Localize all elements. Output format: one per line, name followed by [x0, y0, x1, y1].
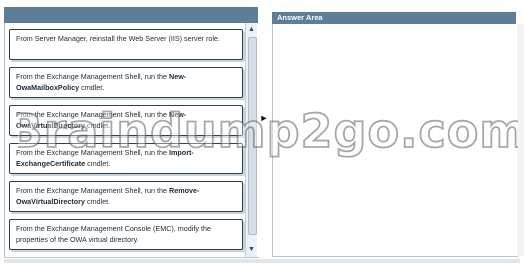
answer-choice[interactable]: From the Exchange Management Console (EM…	[9, 219, 243, 250]
drag-drop-question: From Server Manager, reinstall the Web S…	[0, 0, 524, 267]
choice-text: cmdlet.	[85, 159, 111, 168]
answer-area-title: Answer Area	[272, 12, 516, 24]
answer-area-dropzone[interactable]	[272, 24, 518, 257]
answer-choice[interactable]: From the Exchange Management Shell, run …	[9, 67, 243, 98]
choices-header	[4, 7, 258, 24]
scroll-up-icon[interactable]: ▲	[246, 25, 257, 35]
choice-text: From the Exchange Management Shell, run …	[16, 110, 170, 119]
choices-scrollbar[interactable]: ▲ ▼	[245, 23, 257, 257]
choice-text: cmdlet.	[79, 83, 105, 92]
scroll-thumb[interactable]	[248, 37, 257, 235]
choice-text: From Server Manager, reinstall the Web S…	[16, 34, 220, 43]
choice-text: From the Exchange Management Shell, run …	[16, 148, 170, 157]
answer-area-scroll-edge	[517, 24, 524, 256]
answer-choice[interactable]: From the Exchange Management Shell, run …	[9, 143, 243, 174]
choice-text: cmdlet.	[84, 197, 111, 206]
bottom-bar	[4, 259, 520, 263]
choice-text: From the Exchange Management Console (EM…	[16, 224, 211, 244]
choice-text: From the Exchange Management Shell, run …	[16, 186, 170, 195]
choice-text: From the Exchange Management Shell, run …	[16, 72, 170, 81]
scroll-down-icon[interactable]: ▼	[246, 245, 257, 255]
answer-choice[interactable]: From the Exchange Management Shell, run …	[9, 181, 243, 212]
choices-list: From Server Manager, reinstall the Web S…	[9, 29, 247, 257]
answer-choice[interactable]: From the Exchange Management Shell, run …	[9, 105, 243, 136]
move-right-icon[interactable]: ►	[259, 112, 269, 124]
choices-pane: From Server Manager, reinstall the Web S…	[4, 23, 259, 258]
answer-choice[interactable]: From Server Manager, reinstall the Web S…	[9, 29, 243, 60]
choice-text: cmdlet.	[84, 121, 111, 130]
